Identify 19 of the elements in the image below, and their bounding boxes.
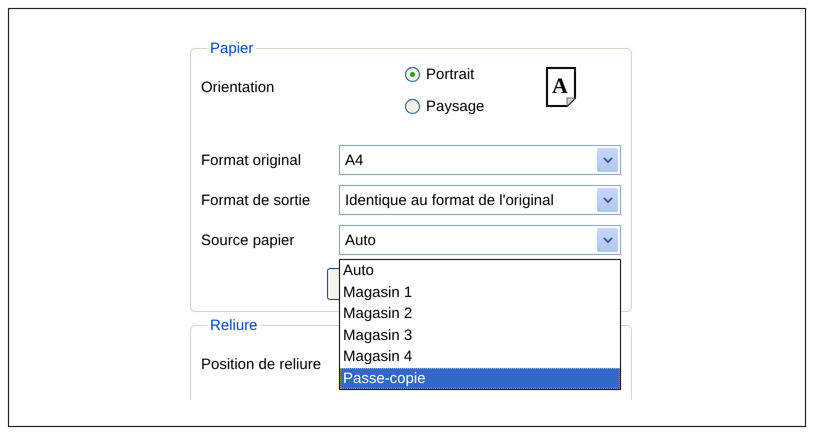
field-label: Format de sortie bbox=[201, 192, 312, 208]
dropdown-field[interactable]: Auto bbox=[339, 225, 621, 255]
dropdown-option[interactable]: Magasin 2 bbox=[340, 303, 620, 324]
field-label: Format original bbox=[201, 152, 302, 168]
dropdown-field[interactable]: Identique au format de l'original bbox=[339, 185, 621, 215]
dropdown-option[interactable]: Magasin 4 bbox=[340, 346, 620, 368]
dropdown-option[interactable]: Magasin 1 bbox=[340, 282, 620, 303]
field-label: Position de reliure bbox=[201, 356, 322, 373]
dropdown-option[interactable]: Magasin 3 bbox=[340, 324, 620, 346]
radio-option[interactable]: Paysage bbox=[405, 98, 545, 115]
dropdown-option[interactable]: Auto bbox=[340, 260, 620, 282]
page-letter-icon: A bbox=[545, 66, 579, 108]
dropdown-option[interactable]: Passe-copie bbox=[340, 368, 620, 389]
dropdown-field[interactable]: A4 bbox=[339, 145, 621, 175]
orientation-label: Orientation bbox=[201, 79, 276, 96]
radio-option[interactable]: Portrait bbox=[405, 66, 545, 83]
field-label: Source papier bbox=[201, 232, 296, 248]
group-title: Reliure bbox=[209, 317, 259, 334]
group-title: Papier bbox=[209, 40, 254, 57]
